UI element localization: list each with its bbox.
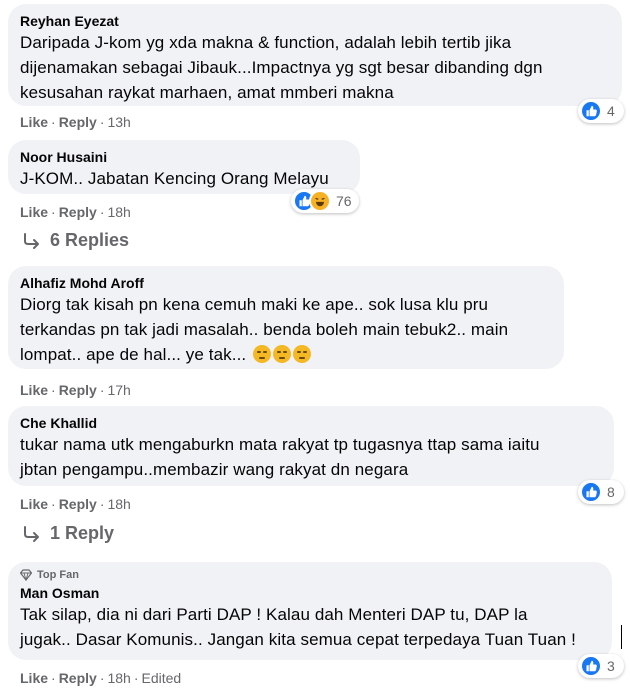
haha-reaction-icon (309, 190, 331, 212)
reaction-count: 76 (336, 193, 352, 209)
like-link[interactable]: Like (20, 204, 48, 220)
like-link[interactable]: Like (20, 382, 48, 398)
reply-link[interactable]: Reply (59, 114, 97, 130)
like-reaction-icon (580, 481, 602, 503)
reply-link[interactable]: Reply (59, 670, 97, 686)
comment-text: J-KOM.. Jabatan Kencing Orang Melayu (20, 169, 329, 188)
comment-timestamp[interactable]: 17h (107, 382, 130, 398)
comment-bubble: Reyhan Eyezat Daripada J-kom yg xda makn… (8, 4, 622, 106)
top-fan-gem-icon (20, 569, 32, 581)
reply-link[interactable]: Reply (59, 496, 97, 512)
reply-arrow-icon (24, 232, 39, 249)
reply-link[interactable]: Reply (59, 382, 97, 398)
comment-text: Diorg tak kisah pn kena cemuh maki ke ap… (20, 292, 552, 367)
like-link[interactable]: Like (20, 670, 48, 686)
top-fan-badge: Top Fan (20, 568, 600, 582)
view-replies-link[interactable]: 6 Replies (22, 230, 129, 251)
reaction-count: 4 (607, 103, 615, 119)
comment-text: tukar nama utk mengaburkn mata rakyat tp… (20, 435, 540, 479)
comment-timestamp[interactable]: 13h (107, 114, 130, 130)
reaction-summary[interactable]: 3 (578, 654, 624, 678)
top-fan-label: Top Fan (37, 569, 79, 581)
reaction-summary[interactable]: 76 (291, 189, 359, 213)
comment-timestamp[interactable]: 18h (107, 670, 130, 686)
like-reaction-icon (580, 655, 602, 677)
like-link[interactable]: Like (20, 114, 48, 130)
reaction-count: 3 (607, 658, 615, 674)
comment-author[interactable]: Reyhan Eyezat (20, 12, 610, 30)
reaction-count: 8 (607, 484, 615, 500)
comment-text: Tak silap, dia ni dari Parti DAP ! Kalau… (20, 605, 576, 649)
reply-link[interactable]: Reply (59, 204, 97, 220)
comment-timestamp[interactable]: 18h (107, 204, 130, 220)
comment-actions: Like · Reply · 18h (20, 496, 131, 512)
unamused-emoji-icon (273, 345, 292, 363)
text-cursor (621, 625, 622, 649)
unamused-emoji-icon (253, 345, 272, 363)
reaction-summary[interactable]: 4 (578, 99, 624, 123)
unamused-emoji-icon (293, 345, 312, 363)
view-replies-link[interactable]: 1 Reply (22, 523, 114, 544)
comment-author[interactable]: Noor Husaini (20, 148, 348, 166)
comment-author[interactable]: Man Osman (20, 584, 600, 602)
comment-actions: Like · Reply · 17h (20, 382, 131, 398)
reply-arrow-icon (24, 525, 39, 542)
comment-author[interactable]: Alhafiz Mohd Aroff (20, 274, 552, 292)
comment-bubble: Top Fan Man Osman Tak silap, dia ni dari… (8, 562, 612, 660)
comment-actions: Like · Reply · 18h (20, 204, 131, 220)
comment-bubble: Che Khallid tukar nama utk mengaburkn ma… (8, 406, 614, 486)
reaction-summary[interactable]: 8 (578, 480, 624, 504)
replies-count-label[interactable]: 6 Replies (50, 230, 129, 251)
replies-count-label[interactable]: 1 Reply (50, 523, 114, 544)
comment-author[interactable]: Che Khallid (20, 414, 602, 432)
comment-text: Daripada J-kom yg xda makna & function, … (20, 33, 543, 102)
like-reaction-icon (580, 100, 602, 122)
comment-actions: Like · Reply · 18h · Edited (20, 670, 182, 686)
like-link[interactable]: Like (20, 496, 48, 512)
comment-bubble: Noor Husaini J-KOM.. Jabatan Kencing Ora… (8, 140, 360, 194)
edited-label[interactable]: Edited (142, 670, 182, 686)
comment-timestamp[interactable]: 18h (107, 496, 130, 512)
comment-bubble: Alhafiz Mohd Aroff Diorg tak kisah pn ke… (8, 266, 564, 369)
comment-actions: Like · Reply · 13h (20, 114, 131, 130)
